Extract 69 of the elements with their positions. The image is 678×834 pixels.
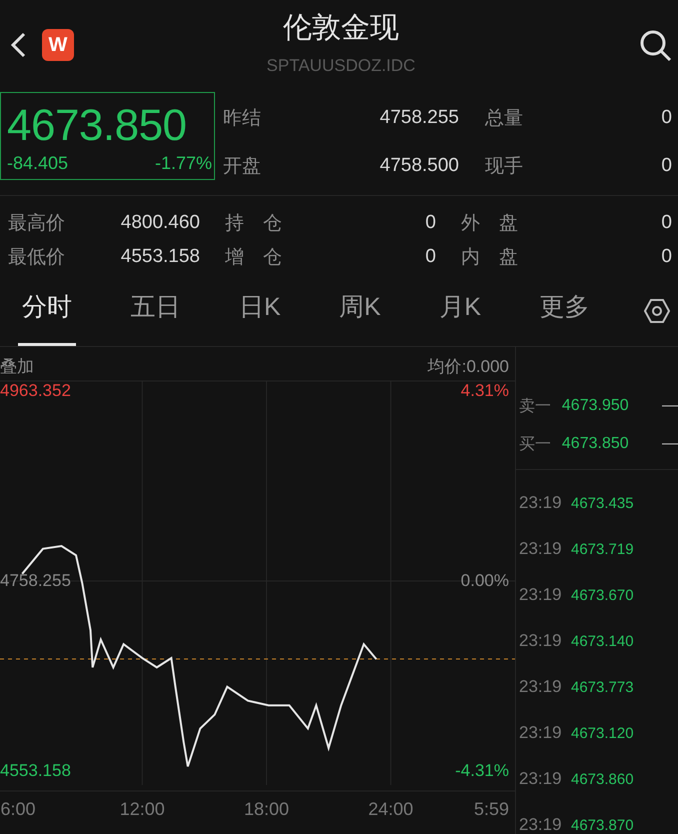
- stat-value: 4553.158: [120, 246, 200, 268]
- stat-value: 0: [660, 246, 672, 268]
- stat-label: 昨结: [223, 107, 262, 131]
- overlay-label[interactable]: 叠加: [0, 355, 34, 381]
- time-label: 5:59: [474, 799, 509, 820]
- trade-time: 23:19: [519, 723, 563, 743]
- trade-price: 4673.870: [571, 816, 634, 834]
- trade-price: 4673.140: [571, 632, 634, 650]
- tab[interactable]: 五日: [126, 276, 184, 346]
- percent-label: -4.31%: [455, 761, 509, 781]
- axis-label: 4553.158: [0, 761, 71, 781]
- order-volume: —: [662, 435, 678, 453]
- stat-label: 开盘: [223, 155, 262, 179]
- trade-time: 23:19: [519, 493, 563, 513]
- trade-price: 4673.719: [571, 540, 634, 558]
- trade-time: 23:19: [519, 769, 563, 789]
- time-label: 24:00: [368, 799, 414, 820]
- trade-price: 4673.773: [571, 678, 634, 696]
- stat-value: 0: [424, 212, 436, 234]
- page-title: 伦敦金现: [283, 11, 399, 46]
- trade-price: 4673.670: [571, 586, 634, 604]
- axis-label: 4963.352: [0, 381, 71, 401]
- average-price: 均价:0.000: [428, 356, 509, 378]
- stat-label: 内 盘: [460, 246, 519, 270]
- percent-label: 4.31%: [460, 381, 509, 401]
- stat-value: 0: [661, 107, 672, 129]
- stat-value: 0: [424, 246, 436, 268]
- tab[interactable]: 更多: [535, 276, 594, 346]
- time-label: 6:00: [0, 799, 36, 820]
- stat-value: 0: [661, 155, 672, 177]
- tab[interactable]: 日K: [234, 276, 285, 346]
- trade-price: 4673.435: [571, 494, 634, 512]
- axis-label: 4758.255: [0, 571, 71, 591]
- stat-label: 总量: [485, 107, 524, 131]
- trade-time: 23:19: [519, 539, 563, 559]
- trade-time: 23:19: [519, 815, 563, 834]
- stat-label: 外 盘: [460, 212, 519, 236]
- order-price: 4673.950: [562, 397, 630, 415]
- stat-value: 0: [660, 212, 672, 234]
- order-price: 4673.850: [562, 435, 630, 453]
- stat-label: 增 仓: [224, 246, 283, 270]
- price-change: -84.405: [7, 153, 68, 174]
- search-icon[interactable]: [638, 28, 672, 62]
- tab[interactable]: 分时: [18, 276, 76, 346]
- stat-value: 4758.255: [378, 107, 459, 129]
- settings-icon[interactable]: [644, 298, 670, 324]
- last-price: 4673.850: [7, 100, 188, 152]
- stat-label: 最低价: [8, 246, 66, 270]
- trade-price: 4673.120: [571, 724, 634, 742]
- symbol-code: SPTAUUSDOZ.IDC: [266, 56, 416, 76]
- time-label: 12:00: [120, 799, 165, 820]
- stat-label: 持 仓: [224, 212, 283, 236]
- stat-value: 4800.460: [120, 212, 200, 234]
- trade-time: 23:19: [519, 585, 563, 605]
- trade-time: 23:19: [519, 631, 563, 651]
- stat-value: 4758.500: [378, 155, 459, 177]
- stat-label: 现手: [485, 155, 524, 179]
- order-label: 买一: [519, 434, 552, 454]
- tab[interactable]: 月K: [435, 276, 485, 346]
- change-percent: -1.77%: [154, 153, 212, 174]
- trade-price: 4673.860: [571, 770, 634, 788]
- time-label: 18:00: [244, 799, 290, 820]
- order-volume: —: [662, 397, 678, 415]
- order-label: 卖一: [519, 396, 552, 416]
- tab[interactable]: 周K: [335, 276, 385, 346]
- percent-label: 0.00%: [460, 571, 509, 591]
- trade-time: 23:19: [519, 677, 563, 697]
- app-logo: W: [42, 29, 74, 61]
- stat-label: 最高价: [8, 212, 66, 236]
